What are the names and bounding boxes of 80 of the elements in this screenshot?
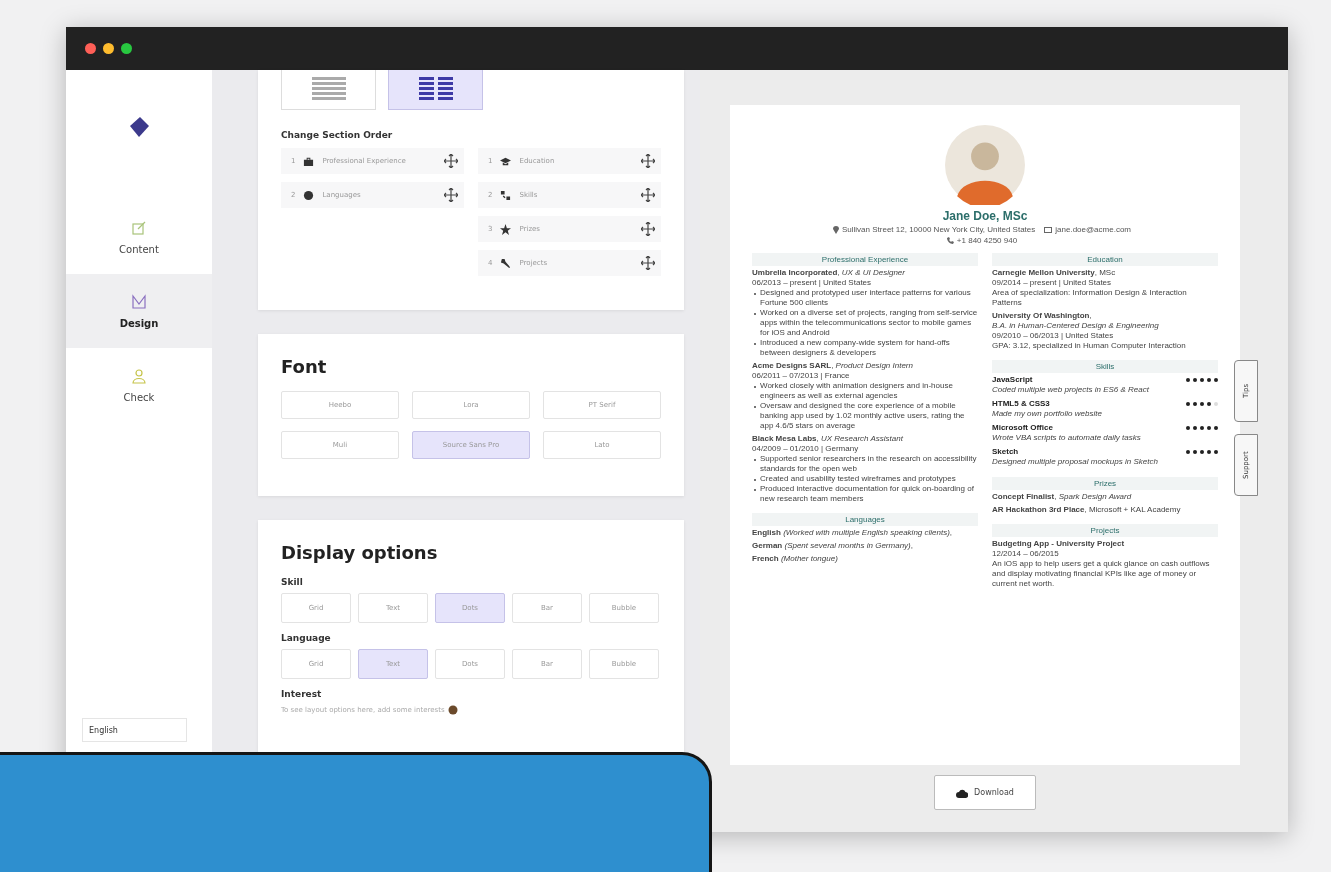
bullet-text: Designed and prototyped user interface patterns for various Fortune 500 clients <box>760 288 972 308</box>
resume-name: Jane Doe, MSc <box>942 209 1028 223</box>
wrench-icon <box>500 257 512 269</box>
section-title: Change Section Order <box>281 130 394 140</box>
move-icon[interactable] <box>444 154 458 168</box>
briefcase-icon <box>303 155 315 167</box>
download-button[interactable]: Download <box>934 775 1036 810</box>
option-group-label: Language <box>281 633 332 643</box>
entry-text: B.A. in Human-Centered Design & Engineering <box>992 321 1160 331</box>
skill-name: HTML5 & CSS3 <box>992 399 1051 409</box>
move-icon[interactable] <box>444 188 458 202</box>
entry-heading: Carnegie Mellon University, MSc <box>992 268 1117 278</box>
edit-icon <box>131 219 147 236</box>
skill-name: JavaScript <box>992 375 1034 385</box>
entry-text: 06/2011 – 07/2013 | France <box>752 371 851 381</box>
resume-section-heading: Projects <box>992 524 1218 537</box>
bullet-text: Worked on a diverse set of projects, ranging from self-service apps within the telecommunications sector to mobile games for iOS and Android <box>760 308 978 338</box>
resume-section-heading: Education <box>992 253 1218 266</box>
option-group-label: Skill <box>281 577 304 587</box>
mail-icon <box>1044 226 1053 233</box>
entry-text: 06/2013 – present | United States <box>752 278 873 288</box>
skill-note: Coded multiple web projects in ES6 & React <box>992 385 1150 395</box>
bullet-text: Produced interactive documentation for quick on-boarding of new research team members <box>760 484 975 504</box>
entry-heading: Budgeting App - University Project <box>992 539 1126 549</box>
entry-heading: AR Hackathon 3rd Place, Microsoft + KAL Academy <box>992 505 1182 515</box>
entry-heading: Umbrella Incorporated, UX & UI Designer <box>752 268 906 278</box>
email-text: jane.doe@acme.com <box>1055 225 1131 234</box>
resume-section-heading: Languages <box>752 513 978 526</box>
sidebar-item[interactable]: Content <box>66 200 212 274</box>
sidebar-item[interactable]: Check <box>66 348 212 422</box>
skill-note: Designed multiple proposal mockups in Sketch <box>992 457 1159 467</box>
resume-section-heading: Prizes <box>992 477 1218 490</box>
person-icon <box>131 367 147 384</box>
bullet-text: Supported senior researchers in the research on accessibility standards for the open web <box>760 454 978 474</box>
card-title: Display options <box>281 542 439 563</box>
address-text: Sullivan Street 12, 10000 New York City, United States <box>842 225 1036 234</box>
graduation-cap-icon <box>500 155 512 167</box>
two-column-icon <box>418 76 453 103</box>
minimize-icon[interactable] <box>103 43 114 54</box>
entry-text: 09/2010 – 06/2013 | United States <box>992 331 1115 341</box>
cloud-icon <box>956 787 969 798</box>
close-icon[interactable] <box>85 43 96 54</box>
move-icon[interactable] <box>641 154 655 168</box>
entry-text: GPA: 3.12, specialized in Human Computer Interaction <box>992 341 1187 351</box>
phone-icon <box>946 237 954 244</box>
entry-text: 04/2009 – 01/2010 | Germany <box>752 444 860 454</box>
card-title: Font <box>281 356 328 377</box>
skill-note: Made my own portfolio website <box>992 409 1103 419</box>
entry-heading: German (Spent several months in Germany), <box>752 541 914 551</box>
maximize-icon[interactable] <box>121 43 132 54</box>
entry-text: 09/2014 – present | United States <box>992 278 1113 288</box>
sidebar-item[interactable]: Design <box>66 274 212 348</box>
skill-name: Sketch <box>992 447 1020 457</box>
entry-heading: Concept Finalist, Spark Design Award <box>992 492 1133 502</box>
entry-text: An iOS app to help users get a quick glance on cash outflows and display motivating financial KPIs like age of money or current net worth. <box>992 559 1211 589</box>
option-group-label: Interest <box>281 689 323 699</box>
bullet-text: Introduced a new company-wide system for hand-offs between designers & developers <box>760 338 951 358</box>
single-column-icon <box>311 76 346 103</box>
entry-heading: English (Worked with multiple English speaking clients), <box>752 528 954 538</box>
entry-heading: University Of Washington, <box>992 311 1093 321</box>
entry-heading: Black Mesa Labs, UX Research Assistant <box>752 434 904 444</box>
skill-name: Microsoft Office <box>992 423 1054 433</box>
layout-option[interactable] <box>388 70 483 110</box>
skill-note: Wrote VBA scripts to automate daily tasks <box>992 433 1142 443</box>
move-icon[interactable] <box>641 222 655 236</box>
entry-heading: French (Mother tongue) <box>752 554 839 564</box>
move-icon[interactable] <box>641 188 655 202</box>
resume-section-heading: Skills <box>992 360 1218 373</box>
entry-text: 12/2014 – 06/2015 <box>992 549 1060 559</box>
entry-heading: Acme Designs SARL, Product Design Intern <box>752 361 914 371</box>
star-icon <box>500 223 512 235</box>
resume-section-heading: Professional Experience <box>752 253 978 266</box>
move-icon[interactable] <box>641 256 655 270</box>
language-field[interactable]: English <box>82 718 187 742</box>
bullet-text: Oversaw and designed the core experience of a mobile banking app used by 1.02 monthly active users, rating the app 4.6/5 stars on average <box>760 401 966 431</box>
entry-text: Area of specialization: Information Design & Interaction Patterns <box>992 288 1188 308</box>
bullet-text: Worked closely with animation designers and in-house engineers as well as external agencies <box>760 381 954 401</box>
phone-text: +1 840 4250 940 <box>956 236 1018 245</box>
bullet-text: Created and usability tested wireframes and prototypes <box>760 474 956 484</box>
location-icon <box>833 225 839 234</box>
